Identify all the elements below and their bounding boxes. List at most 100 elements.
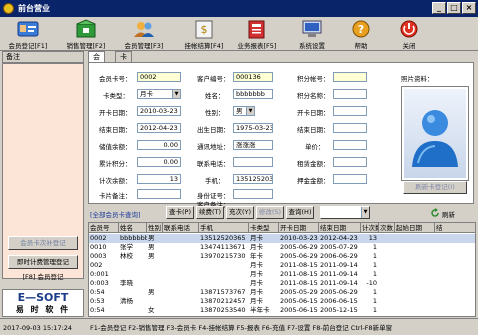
name-field[interactable]: bbbbbbb — [233, 89, 273, 99]
photo-box[interactable] — [401, 86, 469, 181]
mobile-field[interactable]: 13512520365 — [233, 174, 273, 184]
card-end-date-field[interactable] — [333, 123, 367, 133]
member-manage-icon — [134, 22, 154, 37]
table-cell: 13870212457 — [200, 297, 246, 305]
refresh-button[interactable]: 刷新 — [442, 209, 455, 219]
minimize-button[interactable]: _ — [432, 2, 446, 14]
maximize-button[interactable]: □ — [447, 2, 461, 14]
col-header[interactable]: 性别 — [147, 223, 163, 233]
table-row[interactable]: 0:003 李晓 月卡 2011-08-15 2011-09-14 -10 — [89, 279, 475, 288]
table-cell — [435, 288, 475, 297]
close-button[interactable]: 关闭 — [394, 18, 424, 50]
customer-no-field[interactable]: 000136 — [233, 72, 273, 82]
chevron-down-icon[interactable]: ▼ — [361, 207, 369, 218]
table-cell — [147, 279, 163, 288]
table-cell: 男 — [148, 234, 155, 242]
visits-field[interactable]: 13 — [137, 174, 181, 184]
table-cell: 月卡 — [250, 261, 263, 269]
gender-select[interactable]: 男 ▼ — [233, 106, 255, 116]
points-name-field[interactable] — [333, 89, 367, 99]
col-header[interactable]: 联系电话 — [163, 223, 199, 233]
table-cell — [163, 279, 199, 288]
col-header[interactable]: 次数 — [379, 223, 395, 233]
sales-manage-button[interactable]: 销售管理[F2] — [60, 18, 112, 50]
query-button[interactable]: 查询(H) — [286, 206, 314, 219]
edit-button[interactable]: 修改(S) — [256, 206, 284, 219]
chevron-down-icon[interactable]: ▼ — [172, 90, 180, 98]
balance-field[interactable]: 0.00 — [137, 140, 181, 150]
points-label: 累计积分： — [99, 160, 132, 168]
col-header[interactable]: 卡类型 — [249, 223, 279, 233]
member-table[interactable]: 会员号 姓名 性别 联系电话 手机 卡类型 开卡日期 结束日期 计次数 次数 起… — [88, 222, 476, 317]
table-row[interactable]: 0003 林校 男 13970215730 年卡 2005-06-29 2006-06-29… — [89, 252, 475, 261]
card-no-field[interactable]: 0002 — [137, 72, 181, 82]
system-settings-button[interactable]: 系统设置 — [292, 18, 332, 50]
table-row[interactable]: 0010 张学 男 13474113671 月卡 2005-06-29 2005-07-29… — [89, 243, 475, 252]
deposit-field[interactable] — [333, 174, 367, 184]
points-name-label: 积分名称： — [297, 92, 330, 100]
address-field[interactable]: 涨涨涨 — [233, 140, 273, 150]
chevron-down-icon[interactable]: ▼ — [246, 107, 254, 115]
balance-label: 储值余额： — [99, 143, 132, 151]
col-header[interactable]: 计次数 — [361, 223, 379, 233]
points-account-field[interactable] — [333, 72, 367, 82]
name-label: 姓名： — [205, 92, 225, 100]
recharge-visits-button[interactable]: 充次(Y) — [226, 206, 254, 219]
table-row[interactable]: 002 月卡 2011-08-15 2011-09-14 1 — [89, 261, 475, 270]
col-header[interactable]: 结 — [435, 223, 475, 233]
card-makeup-button[interactable]: 会员卡次补登记 — [8, 236, 78, 250]
toolbar-label: 会员登记[F1] — [8, 42, 48, 50]
col-header[interactable]: 起始日期 — [395, 223, 435, 233]
renew-button[interactable]: 续费(T) — [196, 206, 224, 219]
table-row[interactable]: 0:53 清杨 13870212457 月卡 2005-06-15 2006-06-15 1 — [89, 297, 475, 306]
toolbar: 会员登记[F1] 销售管理[F2] 会员管理[F3] $ 挂帐结算[F4] 业务… — [0, 17, 478, 51]
card-type-value: 月卡 — [140, 90, 153, 98]
points-field[interactable]: 0.00 — [137, 157, 181, 167]
table-cell: 月卡 — [250, 297, 263, 305]
card-open-date-field[interactable] — [333, 106, 367, 116]
action-bar: [全部会员卡查询] 查卡(P) 续费(T) 充次(Y) 修改(S) 查询(H) … — [88, 206, 474, 220]
card-register-button[interactable]: 刷新卡登记(I) — [403, 181, 467, 194]
table-row[interactable]: 0:54 男 13871573767 月卡 2005-05-29 2005-06-29 1 — [89, 288, 475, 297]
window-title: 前台营业 — [18, 4, 50, 13]
open-date-field[interactable]: 2010-03-23 — [137, 106, 181, 116]
timer-manage-button[interactable]: 即时计费管理登记 — [8, 255, 78, 269]
table-cell — [435, 306, 475, 315]
birth-field[interactable]: 1975-03-23 — [233, 123, 273, 133]
table-cell — [379, 261, 395, 270]
rent-amount-field[interactable] — [333, 157, 367, 167]
id-card-field[interactable] — [233, 189, 273, 199]
unit-price-field[interactable] — [333, 140, 367, 150]
close-window-button[interactable]: × — [462, 2, 476, 14]
member-manage-button[interactable]: 会员管理[F3] — [118, 18, 170, 50]
phone-field[interactable] — [233, 157, 273, 167]
table-cell — [379, 270, 395, 279]
points-account-label: 积分帐号： — [297, 75, 330, 83]
col-header[interactable]: 手机 — [199, 223, 249, 233]
table-cell: 半年卡 — [250, 306, 270, 314]
col-header[interactable]: 结束日期 — [319, 223, 361, 233]
table-row[interactable]: 0002 bbbbbbb 男 13512520365 月卡 2010-03-23 2012-… — [89, 234, 475, 243]
col-header[interactable]: 开卡日期 — [279, 223, 319, 233]
refresh-icon[interactable] — [430, 208, 440, 218]
search-dropdown[interactable]: ▼ — [320, 206, 370, 219]
credit-settle-button[interactable]: $ 挂帐结算[F4] — [178, 18, 230, 50]
check-card-button[interactable]: 查卡(P) — [166, 206, 194, 219]
col-header[interactable]: 姓名 — [119, 223, 147, 233]
end-date-field[interactable]: 2012-04-23 — [137, 123, 181, 133]
card-type-select[interactable]: 月卡 ▼ — [137, 89, 181, 99]
table-cell: 男 — [148, 288, 155, 296]
table-cell — [379, 243, 395, 252]
table-row[interactable]: 0:001 月卡 2011-08-15 2011-09-14 1 — [89, 270, 475, 279]
card-note-field[interactable] — [137, 189, 181, 199]
query-all-link[interactable]: [全部会员卡查询] — [90, 209, 141, 219]
table-cell — [435, 234, 475, 243]
table-cell — [435, 279, 475, 288]
col-header[interactable]: 会员号 — [89, 223, 119, 233]
business-report-button[interactable]: 业务报表[F5] — [232, 18, 282, 50]
table-cell: 0010 — [90, 243, 107, 251]
tab-card-info[interactable]: 卡信 — [115, 51, 132, 71]
table-row[interactable]: 0:54 女 13870253540 半年卡 2005-06-15 2005-12-15 1 — [89, 306, 475, 315]
help-button[interactable]: ? 帮助 — [346, 18, 376, 50]
member-register-button[interactable]: 会员登记[F1] — [2, 18, 54, 50]
